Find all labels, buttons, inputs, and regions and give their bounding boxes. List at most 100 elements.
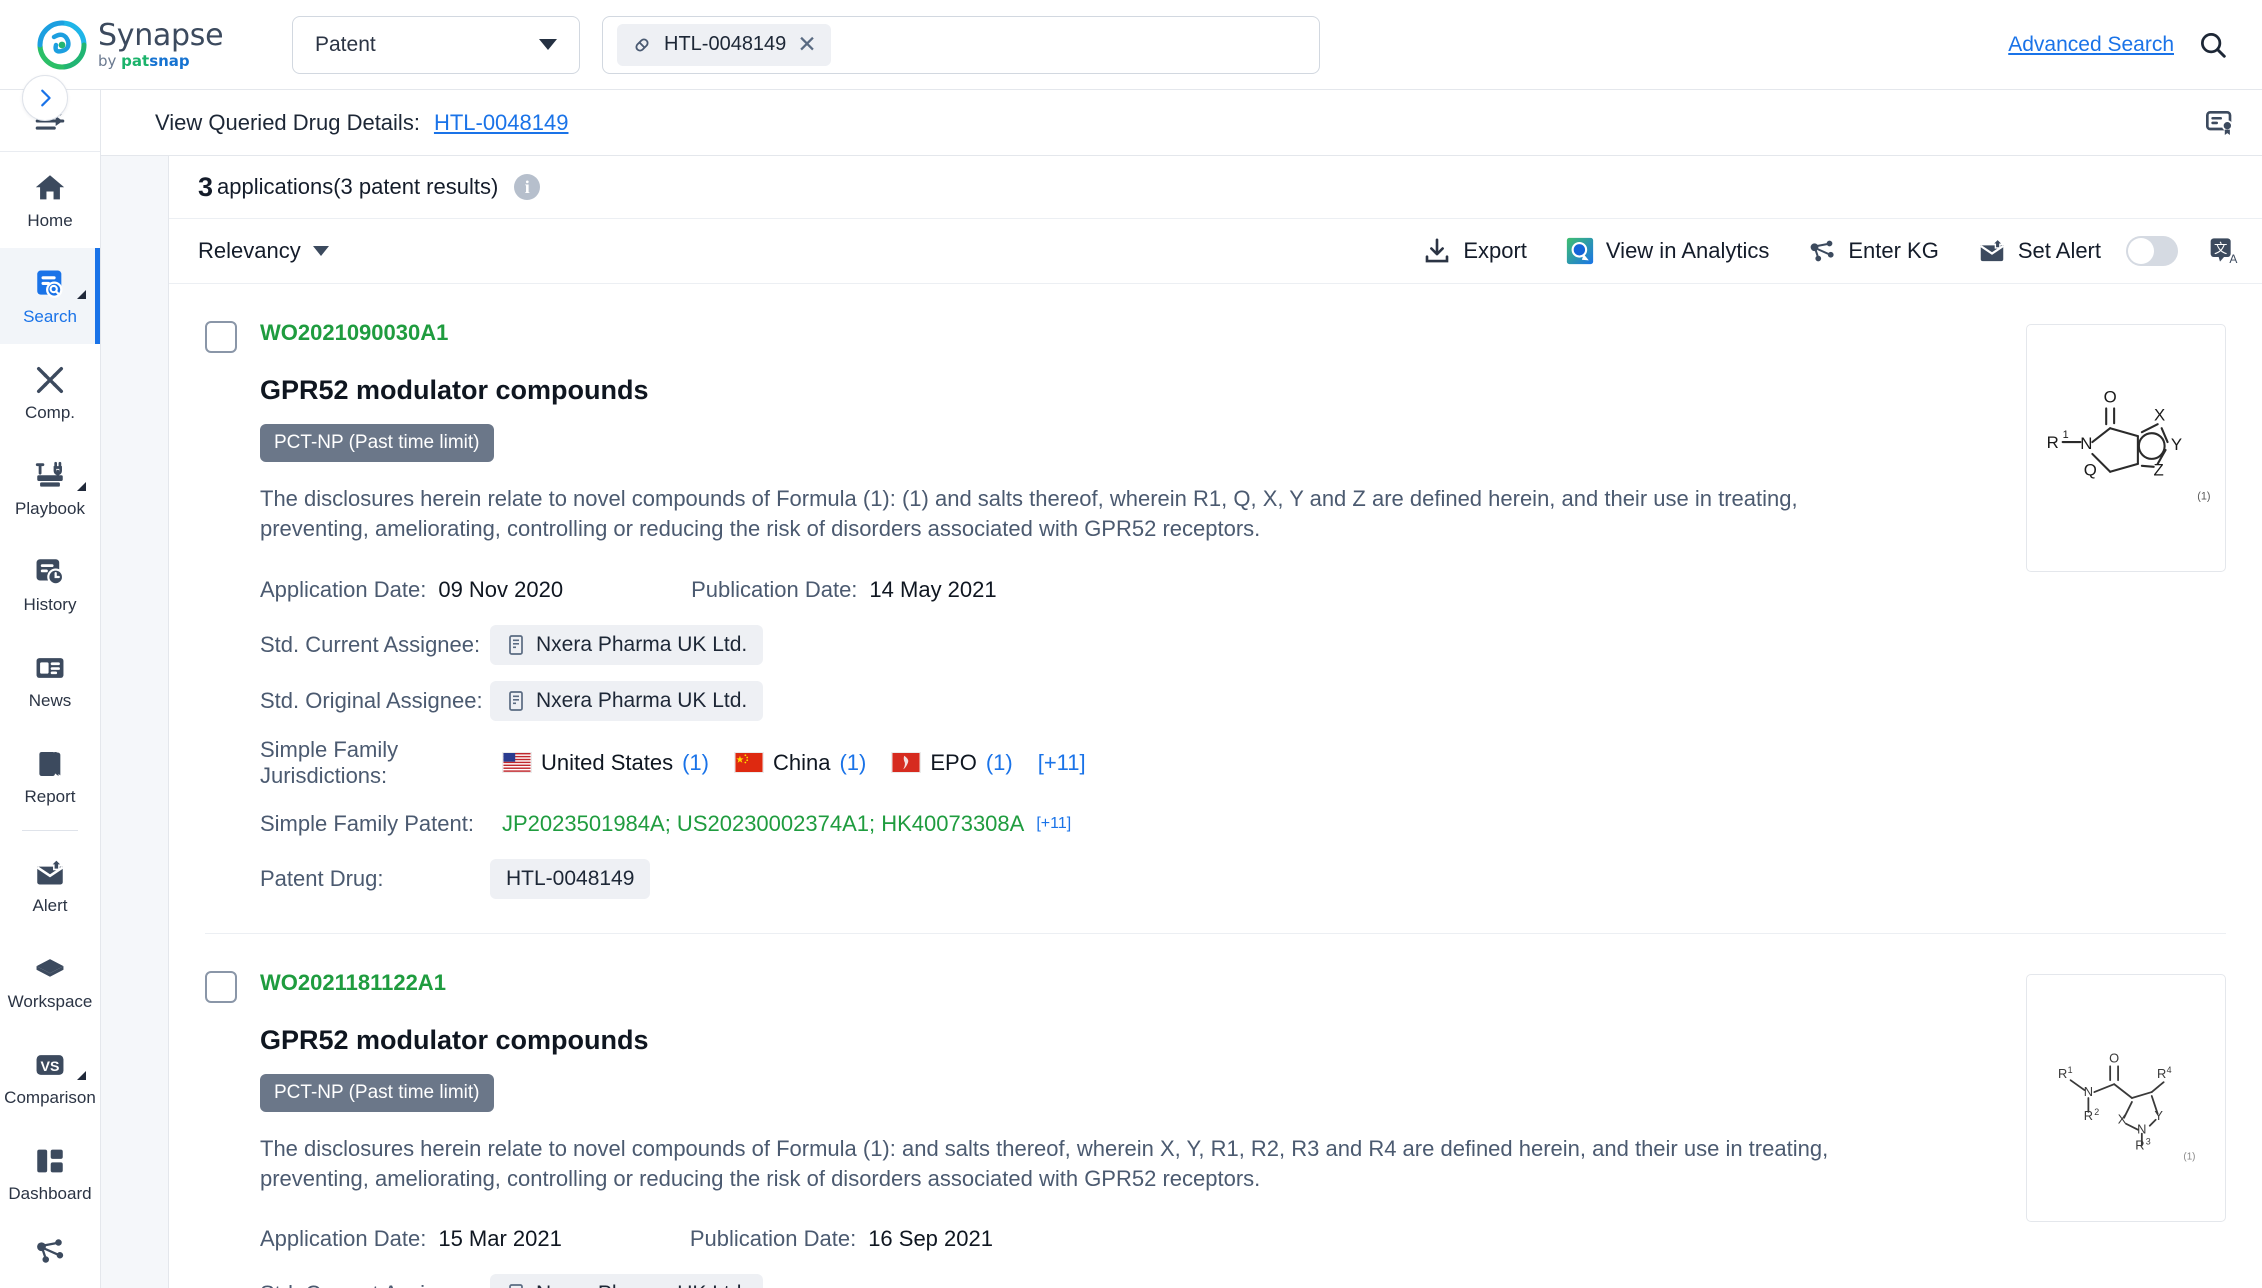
svg-text:2: 2 <box>2094 1107 2099 1117</box>
jurisdiction-name: EPO <box>930 749 977 775</box>
sub-menu-caret-icon <box>77 1071 86 1080</box>
search-type-select[interactable]: Patent <box>292 15 580 74</box>
sidebar-item-label: History <box>23 595 77 614</box>
info-icon[interactable]: i <box>514 174 541 200</box>
chevron-down-icon <box>539 39 557 50</box>
result-card-header: WO2021090030A1 <box>205 320 1996 353</box>
patent-drug-tag[interactable]: HTL-0048149 <box>490 858 651 899</box>
jurisdiction-name: United States <box>541 749 674 775</box>
jurisdiction-item[interactable]: China (1) <box>733 749 867 776</box>
chemical-structure-thumbnail[interactable]: R N R O R X Y N R 1 2 4 3 (1) <box>2026 973 2226 1222</box>
swords-icon <box>36 366 64 394</box>
sidebar-item-news[interactable]: News <box>0 632 100 728</box>
svg-text:Z: Z <box>2154 461 2164 480</box>
jurisdictions-row: Simple Family Jurisdictions: United Stat… <box>260 737 1996 789</box>
sidebar-item-label: Search <box>23 307 77 326</box>
export-label: Export <box>1463 238 1527 263</box>
knowledge-graph-icon <box>37 1239 64 1263</box>
set-alert-toggle[interactable] <box>2126 236 2178 266</box>
svg-text:R: R <box>2047 433 2059 452</box>
jurisdiction-name: China <box>772 749 831 775</box>
nav-divider <box>22 830 78 831</box>
view-in-analytics-label: View in Analytics <box>1605 238 1770 263</box>
sidebar-item-workspace[interactable]: Workspace <box>0 933 100 1029</box>
sidebar-item-report[interactable]: Report <box>0 728 100 824</box>
svg-text:4: 4 <box>2167 1065 2172 1075</box>
sidebar-item-alert[interactable]: Alert <box>0 837 100 933</box>
sidebar-item-label: Dashboard <box>8 1184 92 1203</box>
family-patent-row: Simple Family Patent: JP2023501984A; US2… <box>260 805 1996 843</box>
top-header: Synapse by patsnap Patent HTL-0048149 ✕ … <box>0 0 2262 90</box>
family-patent-more-link[interactable]: [+11] <box>1036 815 1071 833</box>
app-logo[interactable]: Synapse by patsnap <box>36 19 276 71</box>
jurisdiction-item[interactable]: EPO (1) <box>891 749 1013 776</box>
view-in-analytics-button[interactable]: View in Analytics <box>1565 236 1769 266</box>
search-icon[interactable] <box>2198 30 2228 60</box>
jurisdictions-more-link[interactable]: [+11] <box>1038 750 1086 776</box>
search-chip[interactable]: HTL-0048149 ✕ <box>617 23 831 66</box>
search-type-value: Patent <box>315 32 376 56</box>
sidebar-item-label: Workspace <box>7 992 93 1011</box>
company-icon <box>509 1284 523 1288</box>
sidebar-item-comparison[interactable]: VS Comparison <box>0 1029 100 1125</box>
logo-title: Synapse <box>98 17 224 53</box>
sidebar-item-kg[interactable] <box>0 1221 100 1281</box>
application-date-label: Application Date: <box>260 576 427 602</box>
current-assignee-tag[interactable]: Nxera Pharma UK Ltd. <box>490 624 764 665</box>
result-title[interactable]: GPR52 modulator compounds <box>260 1025 1996 1056</box>
current-assignee-tag[interactable]: Nxera Pharma UK Ltd. <box>490 1274 764 1288</box>
svg-text:R: R <box>2058 1066 2067 1081</box>
result-abstract: The disclosures herein relate to novel c… <box>260 1135 1829 1192</box>
svg-text:R: R <box>2135 1137 2144 1152</box>
sidebar-item-comp[interactable]: Comp. <box>0 344 100 440</box>
publication-number[interactable]: WO2021090030A1 <box>260 320 448 346</box>
svg-text:N: N <box>2137 1121 2146 1136</box>
results-list: WO2021090030A1 GPR52 modulator compounds… <box>169 284 2262 1288</box>
chemical-structure-thumbnail[interactable]: R N O Q X Y Z 1 (1) <box>2026 324 2226 572</box>
svg-text:R: R <box>2157 1066 2166 1081</box>
export-button[interactable]: Export <box>1422 236 1527 266</box>
sidebar-item-playbook[interactable]: Playbook <box>0 440 100 536</box>
dates-row: Application Date: 15 Mar 2021 Publicatio… <box>260 1220 1996 1258</box>
advanced-search-link[interactable]: Advanced Search <box>2008 33 2174 57</box>
search-input[interactable]: HTL-0048149 ✕ <box>602 15 1321 74</box>
jurisdiction-count: (1) <box>985 749 1013 775</box>
result-title[interactable]: GPR52 modulator compounds <box>260 375 1996 406</box>
result-card: WO2021181122A1 GPR52 modulator compounds… <box>205 934 2226 1288</box>
publication-number[interactable]: WO2021181122A1 <box>260 970 446 996</box>
results-panel: 3 applications(3 patent results) i Relev… <box>169 156 2262 1288</box>
chevron-down-icon <box>312 246 329 256</box>
result-checkbox[interactable] <box>205 321 237 353</box>
sidebar-item-home[interactable]: Home <box>0 152 100 248</box>
original-assignee-tag[interactable]: Nxera Pharma UK Ltd. <box>490 680 764 721</box>
translate-icon[interactable]: 文 A <box>2208 235 2240 267</box>
alert-mail-icon <box>36 858 64 885</box>
sidebar-item-label: Playbook <box>15 499 85 518</box>
jurisdiction-count: (1) <box>839 749 867 775</box>
sort-dropdown[interactable]: Relevancy <box>198 238 329 264</box>
current-assignee-row: Std. Current Assignee: Nxera Pharma UK L… <box>260 624 1996 665</box>
vs-icon: VS <box>36 1055 64 1075</box>
sidebar-item-search[interactable]: Search <box>0 248 100 344</box>
home-icon <box>35 175 65 200</box>
result-checkbox[interactable] <box>205 970 237 1003</box>
results-count-text: applications(3 patent results) <box>217 174 499 199</box>
set-alert-button[interactable]: Set Alert <box>1977 236 2178 266</box>
expand-filter-panel-button[interactable] <box>22 75 68 121</box>
tools-icon <box>35 461 63 487</box>
family-patent-value[interactable]: JP2023501984A; US20230002374A1; HK400733… <box>502 811 1024 837</box>
jurisdiction-item[interactable]: United States (1) <box>502 750 709 776</box>
close-icon[interactable]: ✕ <box>797 33 816 56</box>
enter-kg-button[interactable]: Enter KG <box>1807 236 1939 266</box>
pill-icon <box>635 37 649 52</box>
results-count-number: 3 <box>198 171 214 202</box>
svg-text:3: 3 <box>2146 1136 2151 1146</box>
queried-drug-link[interactable]: HTL-0048149 <box>434 110 569 136</box>
sidebar-item-dashboard[interactable]: Dashboard <box>0 1125 100 1221</box>
sidebar-item-label: Home <box>27 211 73 230</box>
patent-certificate-icon[interactable] <box>2204 107 2236 139</box>
svg-text:1: 1 <box>2068 1065 2073 1075</box>
svg-text:N: N <box>2084 1084 2093 1099</box>
sidebar-item-label: Comp. <box>24 403 76 422</box>
sidebar-item-history[interactable]: History <box>0 536 100 632</box>
